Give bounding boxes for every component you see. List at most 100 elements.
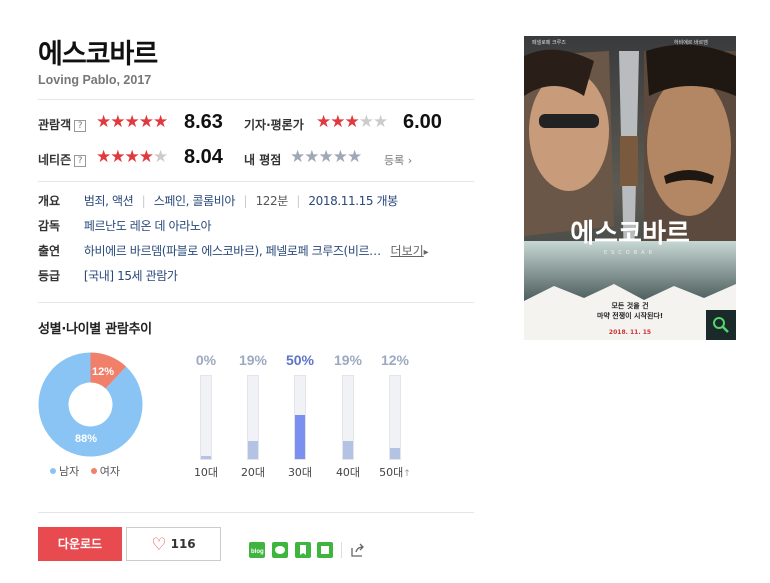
- gender-donut-chart: 88% 12%: [38, 352, 143, 457]
- age-label: 10대: [193, 466, 219, 479]
- poster-tagline-1: 모든 것을 건: [611, 301, 648, 310]
- info-overview: 개요 범죄, 액션 | 스페인, 콜롬비아 | 122분 | 2018.11.1…: [38, 194, 398, 208]
- age-bar-track: [200, 375, 212, 460]
- star-icon: ★: [96, 112, 111, 132]
- poster-date: 2018. 11. 15: [609, 329, 651, 336]
- critics-label: 기자·평론가: [244, 118, 304, 132]
- info-grade: 등급 [국내] 15세 관람가: [38, 267, 178, 284]
- divider: [38, 181, 474, 182]
- age-bar-fill: [248, 440, 258, 459]
- audience-score: 8.63: [184, 111, 223, 133]
- male-pct-label: 88%: [75, 433, 97, 445]
- heart-icon: ♡: [151, 535, 167, 555]
- my-rating-label: 내 평점: [244, 153, 282, 167]
- trend-title: 성별·나이별 관람추이: [38, 322, 152, 337]
- grade-link[interactable]: [국내] 15세 관람가: [84, 269, 178, 283]
- age-pct: 50%: [285, 352, 315, 368]
- star-icon: ★: [110, 147, 125, 167]
- critics-score: 6.00: [403, 111, 442, 133]
- age-column-40: 19% 40대: [328, 352, 368, 480]
- star-icon: ★: [344, 112, 360, 132]
- note-icon[interactable]: [317, 542, 333, 558]
- star-icon: ★: [124, 112, 140, 132]
- release-date-link[interactable]: 2018.11.15 개봉: [308, 194, 398, 208]
- poster-face-right-skin: [647, 76, 731, 216]
- age-bar-track: [389, 375, 401, 460]
- register-rating-link[interactable]: 등록 ›: [384, 152, 412, 168]
- cast-links[interactable]: 하비에르 바르뎀(파블로 에스코바르), 페넬로페 크루즈(비르…: [84, 244, 381, 258]
- star-icon: ★: [124, 147, 140, 167]
- star-icon: ★: [358, 112, 374, 132]
- star-icon: ★: [153, 112, 168, 132]
- country-link[interactable]: 콜롬비아: [193, 194, 236, 208]
- like-button[interactable]: ♡ 116: [126, 527, 221, 561]
- divider: [341, 542, 342, 558]
- star-icon: ★: [290, 147, 305, 167]
- arrow-up-icon: ↑: [403, 469, 411, 479]
- female-label: 여자: [99, 465, 120, 478]
- age-pct: 19%: [238, 352, 268, 368]
- poster-top-left-text: 페넬로페 크루즈: [532, 39, 566, 46]
- star-icon: ★: [153, 147, 168, 167]
- male-dot: [50, 468, 56, 474]
- age-bar-track: [294, 375, 306, 460]
- age-label: 30대: [287, 466, 313, 479]
- cast-key: 출연: [38, 244, 61, 258]
- netizen-label: 네티즌?: [38, 151, 87, 168]
- my-rating-stars[interactable]: ★★★★★: [290, 147, 362, 167]
- age-bar-fill: [390, 447, 400, 459]
- download-button[interactable]: 다운로드: [38, 527, 122, 561]
- netizen-stars: ★★★★★: [96, 147, 168, 167]
- age-column-50: 12% 50대↑: [375, 352, 415, 480]
- poster-knife-handle: [620, 136, 638, 186]
- zoom-button[interactable]: [706, 310, 736, 340]
- genre-link[interactable]: 액션: [112, 194, 134, 208]
- star-icon: ★: [332, 147, 348, 167]
- poster-tagline-2: 마약 전쟁이 시작된다!: [597, 311, 663, 320]
- audience-stars: ★★★★★: [96, 112, 168, 132]
- star-icon: ★: [373, 112, 388, 132]
- star-icon: ★: [138, 112, 154, 132]
- overview-key: 개요: [38, 194, 61, 208]
- divider: [38, 512, 474, 513]
- more-link[interactable]: 더보기: [391, 244, 424, 258]
- age-column-20: 19% 20대: [233, 352, 273, 480]
- share-icon[interactable]: [350, 542, 366, 558]
- age-bar-fill: [201, 456, 211, 459]
- bookmark-icon[interactable]: [295, 542, 311, 558]
- male-label: 남자: [59, 465, 80, 478]
- age-label: 20대: [240, 466, 266, 479]
- movie-poster[interactable]: 페넬로페 크루즈 하비에르 바르뎀 에스코바르 ESCOBAR 모든 것을 건 …: [524, 36, 736, 340]
- audience-label: 관람객?: [38, 116, 87, 133]
- age-column-30: 50% 30대: [280, 352, 320, 480]
- poster-sub-title: ESCOBAR: [604, 250, 656, 256]
- netizen-score: 8.04: [184, 146, 223, 168]
- help-icon[interactable]: ?: [74, 120, 87, 132]
- movie-subtitle: Loving Pablo, 2017: [38, 73, 152, 87]
- info-director: 감독 페르난도 레온 데 아라노아: [38, 217, 212, 234]
- info-cast: 출연 하비에르 바르뎀(파블로 에스코바르), 페넬로페 크루즈(비르… 더보기…: [38, 242, 429, 259]
- divider: [38, 302, 474, 303]
- star-icon: ★: [316, 112, 331, 132]
- female-dot: [90, 468, 97, 474]
- genre-link[interactable]: 범죄: [84, 194, 106, 208]
- grade-key: 등급: [38, 269, 61, 283]
- talk-icon[interactable]: [272, 542, 288, 558]
- country-link[interactable]: 스페인: [154, 194, 186, 208]
- age-label: 50대↑: [379, 466, 411, 479]
- poster-title: 에스코바르: [570, 219, 690, 249]
- runtime: 122분: [255, 194, 289, 208]
- star-icon: ★: [304, 147, 319, 167]
- director-key: 감독: [38, 219, 61, 233]
- star-icon: ★: [330, 112, 345, 132]
- director-link[interactable]: 페르난도 레온 데 아라노아: [84, 219, 212, 233]
- help-icon[interactable]: ?: [74, 155, 87, 167]
- star-icon: ★: [318, 147, 334, 167]
- age-pct: 19%: [333, 352, 363, 368]
- age-label: 40대: [335, 466, 361, 479]
- gender-legend: 남자 여자: [50, 463, 120, 479]
- blog-icon[interactable]: blog: [249, 542, 265, 558]
- svg-text:blog: blog: [251, 549, 264, 555]
- female-pct-label: 12%: [92, 366, 114, 378]
- poster-top-right-text: 하비에르 바르뎀: [674, 39, 708, 46]
